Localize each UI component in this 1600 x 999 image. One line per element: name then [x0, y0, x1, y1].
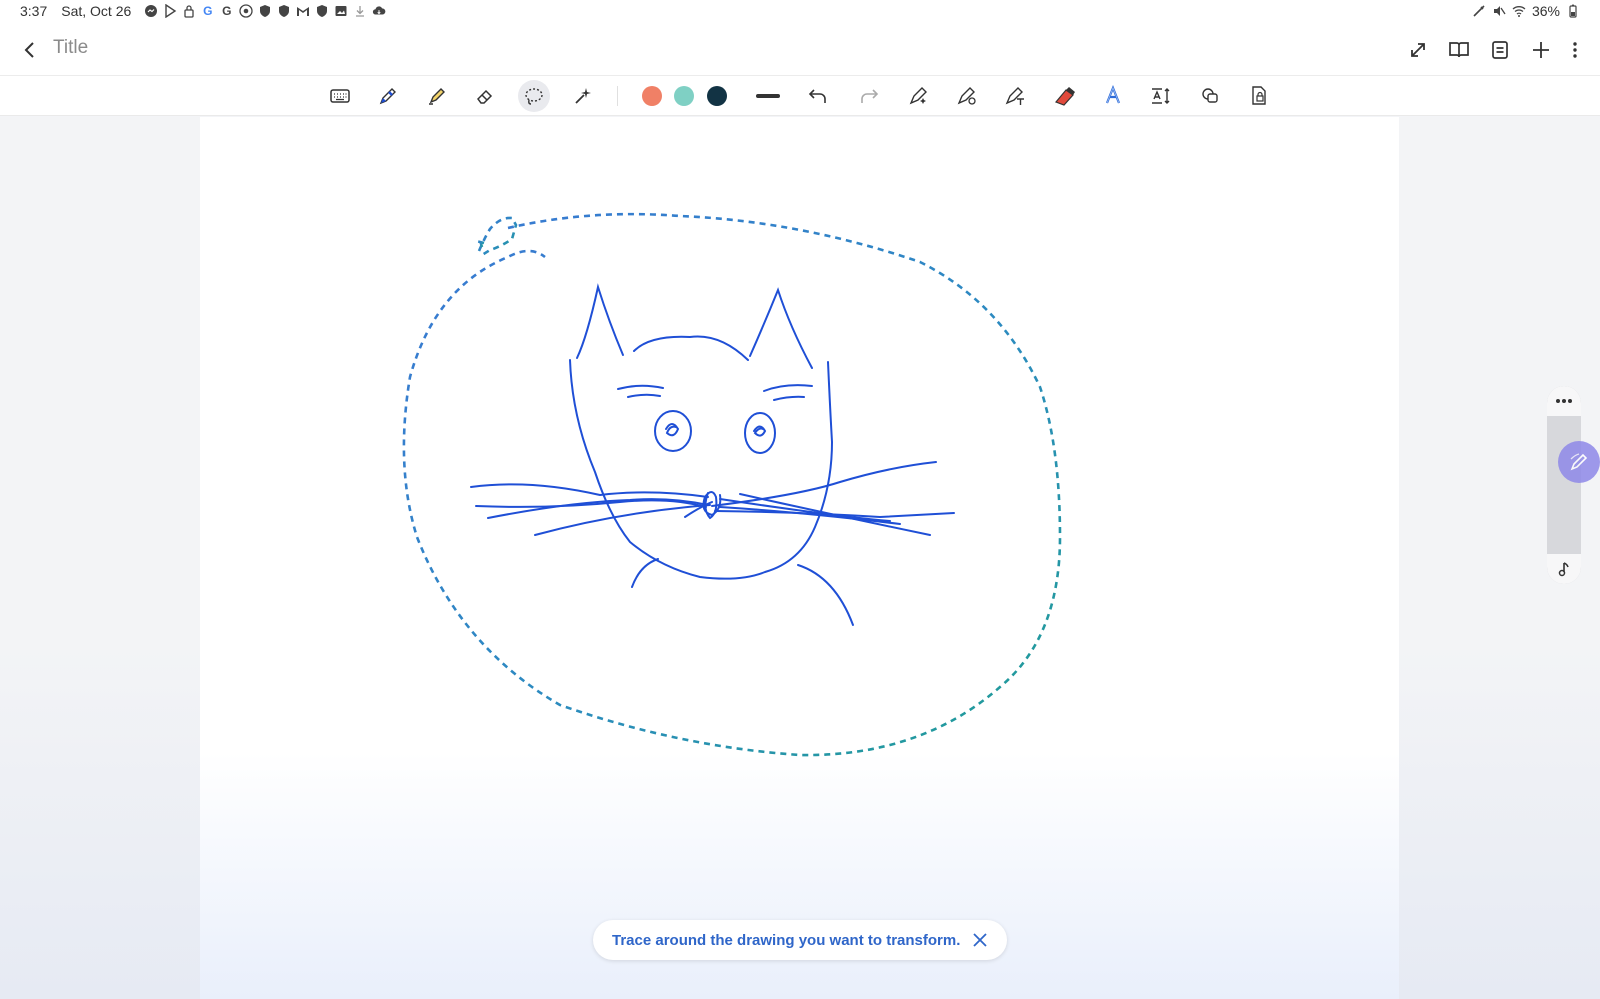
app-bar: Title — [0, 24, 1600, 76]
floating-side-panel[interactable] — [1547, 386, 1581, 584]
gallery-icon — [333, 4, 348, 19]
hint-toast-close-button[interactable] — [971, 931, 989, 949]
stroke-width-icon — [756, 94, 780, 98]
lasso-sparkle-tool[interactable] — [903, 80, 935, 112]
lock-page-tool[interactable] — [1243, 80, 1275, 112]
red-marker-icon — [1054, 87, 1075, 106]
gmail-icon — [295, 4, 310, 19]
color-swatch-coral[interactable] — [642, 86, 662, 106]
add-icon — [1532, 41, 1549, 58]
side-panel-more-button[interactable] — [1547, 386, 1581, 416]
sparkle-pen-icon — [575, 88, 591, 104]
chrome-icon — [238, 4, 253, 19]
highlighter-tool[interactable] — [421, 80, 453, 112]
toolbar-divider — [617, 86, 618, 106]
hint-toast: Trace around the drawing you want to tra… — [593, 920, 1007, 960]
battery-percent: 36% — [1531, 3, 1560, 19]
hint-toast-message: Trace around the drawing you want to tra… — [612, 931, 961, 949]
messenger-icon — [143, 4, 158, 19]
notification-icons: G G — [143, 4, 386, 19]
lasso-icon — [525, 88, 543, 105]
page-list-button[interactable] — [1486, 36, 1513, 63]
battery-icon — [1565, 4, 1580, 19]
fullscreen-button[interactable] — [1404, 36, 1431, 63]
pen-mode-fab[interactable] — [1558, 441, 1600, 483]
cat-drawing[interactable] — [200, 117, 1399, 999]
shapes-tool[interactable] — [1194, 80, 1226, 112]
back-arrow-icon — [24, 42, 34, 58]
expand-icon — [1410, 42, 1425, 57]
red-eraser-tool[interactable] — [1049, 80, 1081, 112]
page-list-icon — [1491, 40, 1508, 59]
status-bar: 3:37 Sat, Oct 26 G G 36% — [0, 0, 1600, 24]
stylus-icon — [1472, 4, 1487, 19]
google-icon: G — [222, 4, 232, 18]
close-icon — [973, 933, 987, 947]
note-title[interactable]: Title — [53, 37, 88, 59]
cloud-icon — [371, 4, 386, 19]
note-page[interactable] — [200, 117, 1399, 999]
keyboard-tool[interactable] — [324, 80, 356, 112]
keyboard-icon — [330, 89, 350, 103]
book-view-button[interactable] — [1445, 36, 1472, 63]
text-pen-tool[interactable] — [999, 80, 1031, 112]
download-icon — [352, 4, 367, 19]
pen-gear-icon — [957, 87, 976, 105]
text-style-icon — [1105, 85, 1121, 104]
status-time: 3:37 — [20, 3, 48, 19]
lasso-tool[interactable] — [518, 80, 550, 112]
play-store-icon — [162, 4, 177, 19]
back-button[interactable] — [16, 36, 44, 64]
lock-icon — [181, 4, 196, 19]
eraser-tool[interactable] — [469, 80, 501, 112]
pen-text-icon — [1005, 87, 1024, 105]
more-options-button[interactable] — [1568, 36, 1582, 63]
undo-button[interactable] — [802, 80, 834, 112]
shield-icon — [257, 4, 272, 19]
color-swatch-mint[interactable] — [674, 86, 694, 106]
add-button[interactable] — [1527, 36, 1554, 63]
color-swatch-navy[interactable] — [707, 86, 727, 106]
text-size-tool[interactable] — [1145, 80, 1177, 112]
ai-assist-tool[interactable] — [567, 80, 599, 112]
status-date: Sat, Oct 26 — [61, 3, 132, 19]
pen-settings-tool[interactable] — [951, 80, 983, 112]
eraser-icon — [477, 89, 493, 104]
undo-icon — [808, 89, 826, 103]
text-style-tool[interactable] — [1097, 80, 1129, 112]
music-note-icon — [1558, 562, 1569, 577]
lock-page-icon — [1252, 86, 1266, 105]
pen-tool[interactable] — [372, 80, 404, 112]
wifi-icon — [1512, 4, 1527, 19]
shield-icon — [276, 4, 291, 19]
mute-icon — [1492, 4, 1507, 19]
shapes-icon — [1202, 88, 1218, 103]
redo-icon — [861, 89, 879, 103]
cat-sketch — [470, 283, 955, 626]
drawing-toolbar — [0, 76, 1600, 116]
stroke-width-tool[interactable] — [752, 80, 784, 112]
book-view-icon — [1448, 41, 1469, 57]
redo-button[interactable] — [853, 80, 885, 112]
pen-icon — [1570, 453, 1588, 471]
pen-sparkle-icon — [909, 87, 927, 105]
more-horiz-icon — [1556, 399, 1572, 403]
shield-icon — [314, 4, 329, 19]
canvas-margin-left — [0, 117, 200, 999]
more-vert-icon — [1573, 41, 1577, 58]
canvas-area[interactable] — [0, 117, 1600, 999]
highlighter-icon — [429, 88, 445, 105]
google-icon: G — [203, 4, 213, 18]
pen-icon — [379, 88, 396, 105]
text-size-icon — [1152, 88, 1170, 104]
